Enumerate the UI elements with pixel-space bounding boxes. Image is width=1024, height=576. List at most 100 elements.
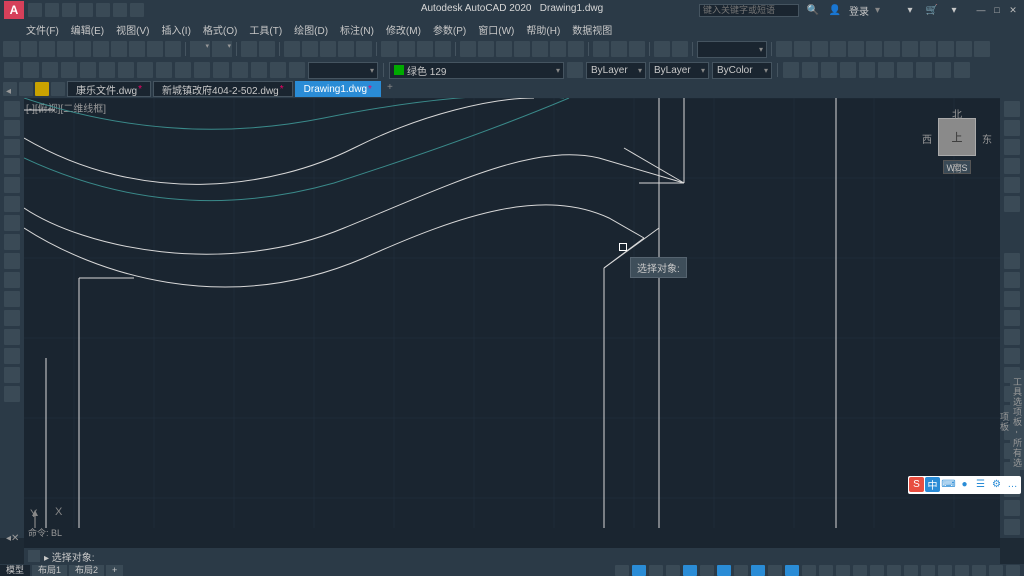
menu-dataview[interactable]: 数据视图 <box>572 22 612 37</box>
color-icon[interactable] <box>567 62 583 78</box>
plotstyle-dropdown[interactable]: ByColor <box>712 62 772 79</box>
otrack-toggle-icon[interactable] <box>785 565 799 576</box>
point-tool-icon[interactable] <box>4 310 20 326</box>
snap-toggle-icon[interactable] <box>649 565 663 576</box>
region-tool-icon[interactable] <box>4 348 20 364</box>
mod-explode-icon[interactable] <box>1004 519 1020 535</box>
qat-saveas-icon[interactable] <box>79 3 93 17</box>
qat-save-icon[interactable] <box>62 3 76 17</box>
stretch-icon[interactable] <box>435 41 451 57</box>
scale-icon[interactable] <box>417 41 433 57</box>
dim-aligned-icon[interactable] <box>794 41 810 57</box>
nav-pan-icon[interactable] <box>1004 139 1020 155</box>
layer-mod11-icon[interactable] <box>289 62 305 78</box>
layout1-tab[interactable]: 布局1 <box>32 565 67 576</box>
qat-plot-icon[interactable] <box>96 3 110 17</box>
menu-window[interactable]: 窗口(W) <box>478 22 514 37</box>
layer-freeze-icon[interactable] <box>629 41 645 57</box>
explode-icon[interactable] <box>568 41 584 57</box>
menu-draw[interactable]: 绘图(D) <box>294 22 328 37</box>
layer-mod9-icon[interactable] <box>251 62 267 78</box>
revcloud-icon[interactable] <box>878 62 894 78</box>
ellipse-icon[interactable] <box>4 234 20 250</box>
dim-center-icon[interactable] <box>938 41 954 57</box>
make-block-icon[interactable] <box>4 291 20 307</box>
nav-showmotion-icon[interactable] <box>1004 196 1020 212</box>
paste-icon[interactable] <box>147 41 163 57</box>
menu-format[interactable]: 格式(O) <box>203 22 237 37</box>
join-icon[interactable] <box>514 41 530 57</box>
ortho-toggle-icon[interactable] <box>700 565 714 576</box>
dim-leader-icon[interactable] <box>902 41 918 57</box>
menu-file[interactable]: 文件(F) <box>26 22 59 37</box>
command-line[interactable]: ▸ 选择对象: <box>24 548 1000 564</box>
ime-menu-icon[interactable]: ⚙ <box>989 477 1004 492</box>
menu-dimension[interactable]: 标注(N) <box>340 22 374 37</box>
infer-toggle-icon[interactable] <box>666 565 680 576</box>
layer-state-icon[interactable] <box>23 62 39 78</box>
rotate-icon[interactable] <box>399 41 415 57</box>
close-button[interactable]: ✕ <box>1006 4 1020 16</box>
units-icon[interactable] <box>904 565 918 576</box>
lock-ui-icon[interactable] <box>938 565 952 576</box>
hatch-icon[interactable] <box>783 62 799 78</box>
left-panel-toggle[interactable]: ◂ <box>6 86 18 97</box>
layer-mod10-icon[interactable] <box>270 62 286 78</box>
nav-icon[interactable] <box>1004 101 1020 117</box>
hatch-tool-icon[interactable] <box>4 329 20 345</box>
dim-continue-icon[interactable] <box>866 41 882 57</box>
undo-dropdown-icon[interactable] <box>190 41 210 57</box>
layer-walk-icon[interactable] <box>61 62 77 78</box>
layer-mod4-icon[interactable] <box>156 62 172 78</box>
nav-orbit-icon[interactable] <box>1004 177 1020 193</box>
layer-mod5-icon[interactable] <box>175 62 191 78</box>
login-label[interactable]: 登录 <box>849 3 869 18</box>
lineweight-toggle-icon[interactable] <box>802 565 816 576</box>
dim-linear-icon[interactable] <box>776 41 792 57</box>
isodraft-icon[interactable] <box>734 565 748 576</box>
menu-modify[interactable]: 修改(M) <box>386 22 421 37</box>
layer-mod2-icon[interactable] <box>118 62 134 78</box>
line-icon[interactable] <box>4 101 20 117</box>
plot-icon[interactable] <box>57 41 73 57</box>
dim-edit-icon[interactable] <box>956 41 972 57</box>
zoom-icon[interactable] <box>259 41 275 57</box>
copy-icon[interactable] <box>129 41 145 57</box>
workspace-switching-icon[interactable] <box>870 565 884 576</box>
redo-dropdown-icon[interactable] <box>212 41 232 57</box>
search-input[interactable] <box>699 4 799 17</box>
ime-logo-icon[interactable]: S <box>909 477 924 492</box>
layer-mod6-icon[interactable] <box>194 62 210 78</box>
3dosnap-icon[interactable] <box>768 565 782 576</box>
trim-icon[interactable] <box>460 41 476 57</box>
polygon-icon[interactable] <box>4 139 20 155</box>
star-icon[interactable] <box>35 82 49 96</box>
array-icon[interactable] <box>356 41 372 57</box>
cart-icon[interactable]: 🛒 <box>924 3 940 17</box>
ellipse-arc-icon[interactable] <box>4 253 20 269</box>
layer-mod8-icon[interactable] <box>232 62 248 78</box>
menu-help[interactable]: 帮助(H) <box>526 22 560 37</box>
viewcube-west[interactable]: 西 <box>922 131 932 146</box>
layer-mod7-icon[interactable] <box>213 62 229 78</box>
point-icon[interactable] <box>954 62 970 78</box>
add-layout-button[interactable]: + <box>106 565 123 576</box>
tool-palette-tab[interactable]: 工具选项板 - 所有选项板 <box>1010 370 1024 470</box>
nav-wheel-icon[interactable] <box>1004 120 1020 136</box>
mod-move-icon[interactable] <box>1004 348 1020 364</box>
insert-block-icon[interactable] <box>4 272 20 288</box>
viewcube-north[interactable]: 北 <box>952 106 962 121</box>
copy2-icon[interactable] <box>302 41 318 57</box>
dim-angular-icon[interactable] <box>812 41 828 57</box>
table-tool-icon[interactable] <box>4 367 20 383</box>
offset-icon[interactable] <box>338 41 354 57</box>
home-icon[interactable] <box>19 82 33 96</box>
tab-2[interactable]: Drawing1.dwg* <box>295 81 381 97</box>
annotation-scale-icon[interactable] <box>853 565 867 576</box>
drawing-canvas[interactable]: [-][俯视][二维线框] <box>24 98 1000 548</box>
qat-open-icon[interactable] <box>45 3 59 17</box>
menu-edit[interactable]: 编辑(E) <box>71 22 104 37</box>
wipeout-icon[interactable] <box>859 62 875 78</box>
viewcube[interactable]: 北 西 东 上 南 WCS <box>922 106 992 186</box>
text-icon[interactable] <box>897 62 913 78</box>
